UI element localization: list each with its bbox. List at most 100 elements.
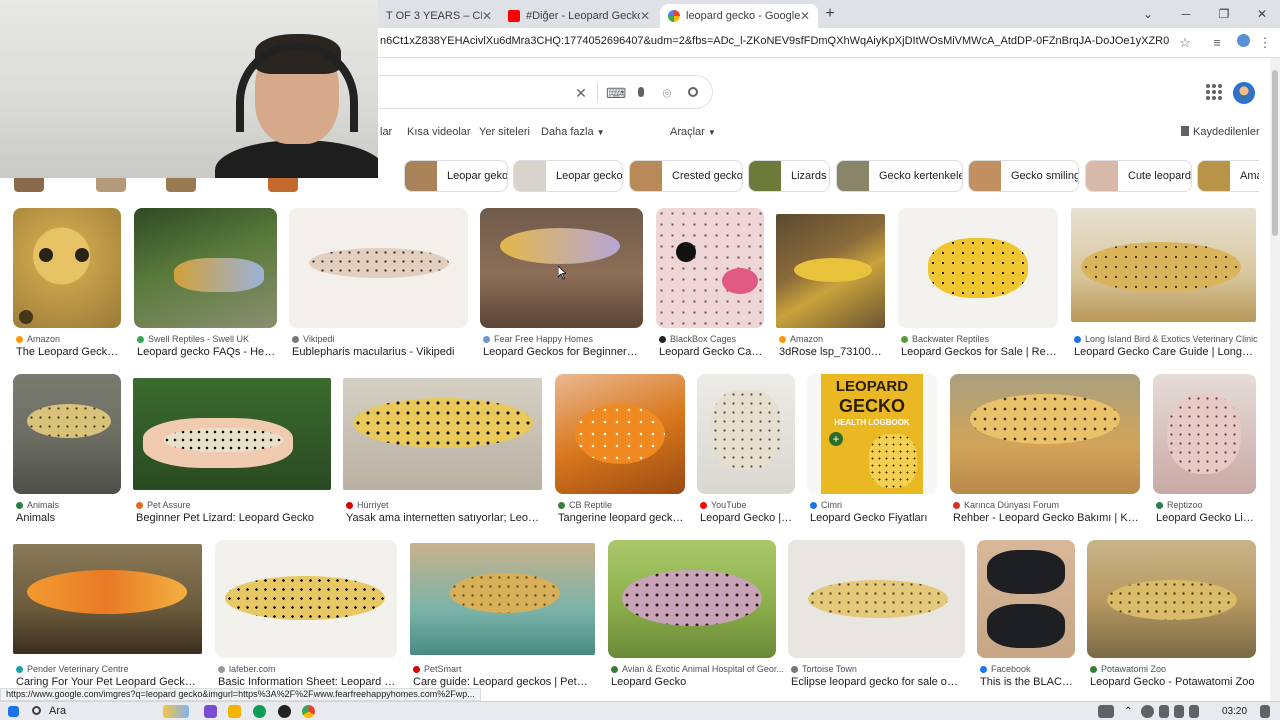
result-image[interactable] — [788, 540, 965, 658]
result-image[interactable] — [343, 378, 542, 490]
chrome-icon[interactable] — [302, 705, 315, 718]
result-title[interactable]: Basic Information Sheet: Leopard Gec... — [218, 676, 396, 688]
tab-crashes[interactable]: T OF 3 YEARS – CRASHES, SPI ✕ — [378, 4, 500, 28]
result-image[interactable] — [13, 544, 202, 654]
close-window-button[interactable]: ✕ — [1244, 0, 1280, 28]
result-title[interactable]: Tangerine leopard gecko f... — [558, 512, 684, 524]
clear-icon[interactable]: ✕ — [572, 84, 590, 102]
tab-youtube[interactable]: #Diğer - Leopard Gecko Beslem ✕ — [500, 4, 658, 28]
result-image[interactable] — [555, 374, 685, 494]
chip-cute-leopard[interactable]: Cute leopard — [1085, 160, 1192, 192]
result-image[interactable] — [697, 374, 795, 494]
chip-leopar-gecko[interactable]: Leopar gecko — [513, 160, 623, 192]
bookmark-star-icon[interactable]: ☆ — [1176, 34, 1194, 52]
result-title[interactable]: Beginner Pet Lizard: Leopard Gecko — [136, 512, 330, 524]
nav-tab-short-videos[interactable]: Kısa videolar — [407, 126, 471, 138]
edge-icon[interactable] — [253, 705, 266, 718]
chip-leopar-geko[interactable]: Leopar geko — [404, 160, 508, 192]
result-image[interactable] — [977, 540, 1075, 658]
result-image[interactable] — [289, 208, 468, 328]
search-box[interactable]: ✕ ⌨ ⌾ — [360, 75, 713, 109]
result-image[interactable]: LEOPARD GECKO HEALTH LOGBOOK + — [807, 374, 937, 494]
result-title[interactable]: Leopard Gecko — [611, 676, 775, 688]
taskbar-search[interactable]: Ara — [32, 704, 66, 719]
chip-lizards[interactable]: Lizards — [748, 160, 830, 192]
result-image[interactable] — [13, 208, 121, 328]
chip-gecko-kertenkele[interactable]: Gecko kertenkele — [836, 160, 963, 192]
result-title[interactable]: The Leopard Gecko ... — [16, 346, 120, 358]
tab-search-icon[interactable]: ⌄ — [1130, 0, 1166, 28]
app-icon[interactable] — [278, 705, 291, 718]
result-title[interactable]: Leopard Gecko Care Guide | Long Isla... — [1074, 346, 1255, 358]
nav-tab-more[interactable]: Daha fazla ▼ — [541, 126, 605, 138]
chip-crested-gecko[interactable]: Crested gecko — [629, 160, 743, 192]
keyboard-icon[interactable]: ⌨ — [606, 84, 626, 102]
tab-google-search[interactable]: leopard gecko - Google'da Ara ✕ — [660, 4, 818, 28]
account-avatar[interactable] — [1233, 82, 1255, 104]
result-image[interactable] — [656, 208, 764, 328]
apps-grid-icon[interactable] — [1206, 84, 1222, 100]
result-title[interactable]: Eublepharis macularius - Vikipedi — [292, 346, 467, 358]
result-title[interactable]: 3dRose lsp_73100_1... — [779, 346, 884, 358]
result-image[interactable] — [950, 374, 1140, 494]
result-title[interactable]: Leopard Gecko - Potawatomi Zoo — [1090, 676, 1255, 688]
sparkle-icon[interactable] — [163, 705, 189, 718]
result-image[interactable] — [134, 208, 277, 328]
reading-list-icon[interactable]: ≡ — [1208, 34, 1226, 52]
result-image[interactable] — [608, 540, 776, 658]
result-title[interactable]: Caring For Your Pet Leopard Gecko | Pe..… — [16, 676, 201, 688]
volume-icon[interactable] — [1174, 705, 1184, 718]
tools-button[interactable]: Araçlar ▼ — [670, 126, 716, 138]
result-title[interactable]: Leopard gecko FAQs - Help ... — [137, 346, 276, 358]
result-image[interactable] — [13, 374, 121, 494]
result-title[interactable]: Care guide: Leopard geckos | PetSmart — [413, 676, 594, 688]
app-icon[interactable] — [204, 705, 217, 718]
result-title[interactable]: Leopard Gecko Fiyatları — [810, 512, 936, 524]
windows-start-icon[interactable] — [8, 706, 19, 717]
result-title[interactable]: Yasak ama internetten satıyorlar; Leopar… — [346, 512, 541, 524]
new-tab-button[interactable]: + — [820, 4, 840, 24]
folder-icon[interactable] — [228, 705, 241, 718]
close-icon[interactable]: ✕ — [482, 9, 492, 23]
result-image[interactable] — [1071, 208, 1256, 322]
saved-button[interactable]: Kaydedilenler — [1181, 126, 1260, 138]
nav-tab-places[interactable]: Yer siteleri — [479, 126, 530, 138]
result-title[interactable]: Eclipse leopard gecko for sale online ..… — [791, 676, 964, 688]
chip-gecko-smiling[interactable]: Gecko smiling — [968, 160, 1079, 192]
result-title[interactable]: Leopard Geckos for Sale | Reptile... — [901, 346, 1057, 358]
result-image[interactable] — [410, 543, 595, 655]
tray-icon[interactable] — [1141, 705, 1154, 718]
wifi-icon[interactable] — [1159, 705, 1169, 718]
minimize-button[interactable]: ─ — [1168, 0, 1204, 28]
profile-icon[interactable] — [1234, 34, 1252, 52]
result-image[interactable] — [133, 378, 331, 490]
keyboard-icon[interactable] — [1098, 705, 1114, 718]
result-title[interactable]: Leopard Gecko Care ... — [659, 346, 763, 358]
result-title[interactable]: This is the BLACK ... — [980, 676, 1074, 688]
close-icon[interactable]: ✕ — [640, 9, 650, 23]
close-icon[interactable]: ✕ — [800, 9, 810, 23]
nav-tab-partial[interactable]: lar — [380, 126, 392, 138]
page-scrollbar[interactable] — [1270, 58, 1280, 701]
result-image[interactable] — [898, 208, 1058, 328]
result-image[interactable] — [215, 540, 397, 658]
chip-partial[interactable]: Ama — [1197, 160, 1259, 192]
result-image[interactable] — [1153, 374, 1256, 494]
notification-icon[interactable] — [1260, 705, 1270, 718]
mic-icon[interactable] — [632, 84, 650, 102]
url-field[interactable]: n6Ct1xZ838YEHAcivlXu6dMra3CHQ:1774052696… — [380, 35, 1170, 47]
lens-icon[interactable]: ⌾ — [658, 84, 676, 102]
result-title[interactable]: Rehber - Leopard Gecko Bakımı | Karınc..… — [953, 512, 1139, 524]
tray-up-icon[interactable]: ⌃ — [1124, 704, 1132, 719]
battery-icon[interactable] — [1189, 705, 1199, 718]
result-title[interactable]: Animals — [16, 512, 120, 524]
result-title[interactable]: Leopard Gecko | C... — [700, 512, 794, 524]
scrollbar-thumb[interactable] — [1272, 70, 1278, 236]
result-title[interactable]: Leopard Gecko Life... — [1156, 512, 1255, 524]
result-title[interactable]: Leopard Geckos for Beginners | F... — [483, 346, 642, 358]
menu-dots-icon[interactable]: ⋮ — [1256, 34, 1274, 52]
maximize-button[interactable]: ❐ — [1206, 0, 1242, 28]
clock-time[interactable]: 03:20 — [1222, 704, 1247, 719]
search-icon[interactable] — [684, 84, 702, 102]
result-image[interactable] — [776, 214, 885, 328]
